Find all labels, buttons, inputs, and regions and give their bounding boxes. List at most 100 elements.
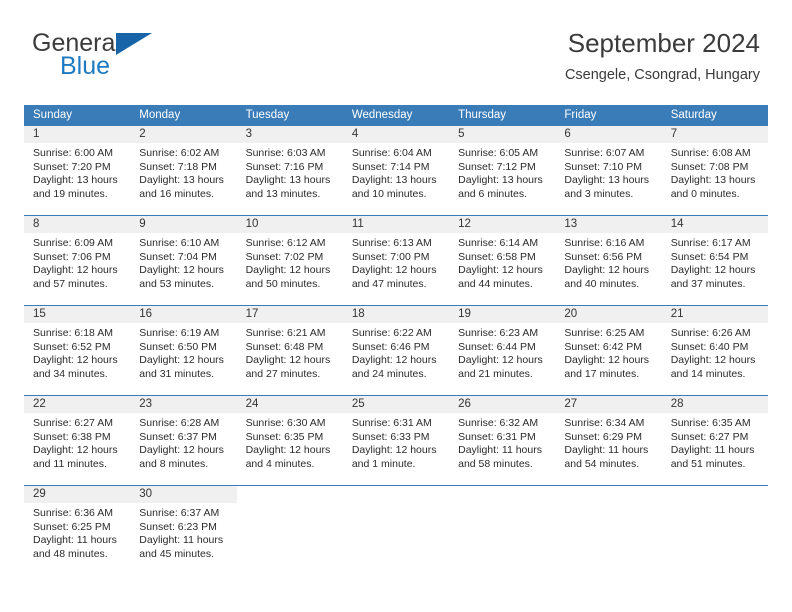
day-number-band: 26 xyxy=(449,396,556,413)
day-detail-lines: Sunrise: 6:28 AM Sunset: 6:37 PM Daylight:… xyxy=(130,413,236,471)
day-number: 5 xyxy=(458,128,465,140)
day-detail-line: and 21 minutes. xyxy=(458,367,533,380)
day-detail-line: Sunset: 7:16 PM xyxy=(245,160,324,173)
brand-logo[interactable]: General Blue xyxy=(32,30,222,86)
day-detail-line: and 58 minutes. xyxy=(458,457,533,470)
calendar-day-cell[interactable]: 3 Sunrise: 6:03 AM Sunset: 7:16 PM Daylight… xyxy=(236,126,343,206)
day-detail-line: Sunset: 6:29 PM xyxy=(564,430,643,443)
calendar-day-cell[interactable]: 26 Sunrise: 6:32 AM Sunset: 6:31 PM Dayligh… xyxy=(449,396,556,476)
calendar-day-cell[interactable]: 13 Sunrise: 6:16 AM Sunset: 6:56 PM Dayligh… xyxy=(555,216,662,296)
day-detail-lines xyxy=(449,503,555,507)
calendar-day-cell[interactable]: 9 Sunrise: 6:10 AM Sunset: 7:04 PM Daylight… xyxy=(130,216,237,296)
day-number-band: 20 xyxy=(555,306,662,323)
calendar-day-cell[interactable]: 21 Sunrise: 6:26 AM Sunset: 6:40 PM Dayligh… xyxy=(661,306,768,386)
day-detail-line: Sunrise: 6:19 AM xyxy=(139,327,220,339)
calendar-day-cell[interactable]: 29 Sunrise: 6:36 AM Sunset: 6:25 PM Dayligh… xyxy=(24,486,131,566)
day-detail-line: Daylight: 12 hours xyxy=(564,354,650,367)
day-detail-line: and 53 minutes. xyxy=(139,277,214,290)
weekday-header-friday: Friday xyxy=(564,109,597,121)
day-number-band: 13 xyxy=(555,216,662,233)
calendar-day-cell[interactable]: 28 Sunrise: 6:35 AM Sunset: 6:27 PM Dayligh… xyxy=(661,396,768,476)
day-detail-line: and 47 minutes. xyxy=(351,277,427,290)
day-number-band: 17 xyxy=(236,306,343,323)
day-detail-lines: Sunrise: 6:12 AM Sunset: 7:02 PM Daylight:… xyxy=(237,233,343,291)
day-number-band: 15 xyxy=(24,306,131,323)
calendar-day-cell[interactable]: 27 Sunrise: 6:34 AM Sunset: 6:29 PM Dayligh… xyxy=(555,396,662,476)
calendar-day-cell[interactable]: 5 Sunrise: 6:05 AM Sunset: 7:12 PM Daylight… xyxy=(449,126,556,206)
day-detail-lines: Sunrise: 6:04 AM Sunset: 7:14 PM Daylight:… xyxy=(343,143,449,201)
calendar-day-cell[interactable]: 22 Sunrise: 6:27 AM Sunset: 6:38 PM Dayligh… xyxy=(24,396,131,476)
day-detail-line: Daylight: 12 hours xyxy=(245,444,331,457)
calendar-day-cell[interactable]: 12 Sunrise: 6:14 AM Sunset: 6:58 PM Dayligh… xyxy=(449,216,556,296)
calendar-day-cell[interactable]: 8 Sunrise: 6:09 AM Sunset: 7:06 PM Daylight… xyxy=(24,216,131,296)
day-detail-lines: Sunrise: 6:34 AM Sunset: 6:29 PM Daylight:… xyxy=(555,413,661,471)
calendar-day-cell[interactable]: 14 Sunrise: 6:17 AM Sunset: 6:54 PM Dayligh… xyxy=(661,216,768,296)
calendar-day-cell[interactable]: 24 Sunrise: 6:30 AM Sunset: 6:35 PM Dayligh… xyxy=(236,396,343,476)
day-number-band: 1 xyxy=(24,126,131,143)
calendar-day-cell[interactable]: 30 Sunrise: 6:37 AM Sunset: 6:23 PM Dayligh… xyxy=(130,486,237,566)
day-detail-line: Sunrise: 6:07 AM xyxy=(564,147,645,159)
calendar-day-cell[interactable]: 25 Sunrise: 6:31 AM Sunset: 6:33 PM Dayligh… xyxy=(342,396,450,476)
calendar-day-cell[interactable]: 6 Sunrise: 6:07 AM Sunset: 7:10 PM Daylight… xyxy=(555,126,662,206)
day-detail-lines: Sunrise: 6:17 AM Sunset: 6:54 PM Daylight:… xyxy=(662,233,768,291)
day-number-band: 27 xyxy=(555,396,662,413)
day-number: 23 xyxy=(139,398,153,410)
day-detail-line: Sunset: 7:04 PM xyxy=(139,250,217,263)
calendar-day-cell[interactable]: 20 Sunrise: 6:25 AM Sunset: 6:42 PM Dayligh… xyxy=(555,306,662,386)
day-number: 27 xyxy=(564,398,578,410)
day-number-band: 14 xyxy=(661,216,768,233)
day-detail-line: Sunrise: 6:35 AM xyxy=(670,417,751,429)
day-detail-lines: Sunrise: 6:03 AM Sunset: 7:16 PM Daylight:… xyxy=(237,143,343,201)
calendar-week-row: 1 Sunrise: 6:00 AM Sunset: 7:20 PM Daylight… xyxy=(24,126,768,206)
day-number: 16 xyxy=(139,308,153,320)
day-detail-line: Daylight: 12 hours xyxy=(139,354,224,367)
day-detail-line: Sunset: 7:08 PM xyxy=(670,160,749,173)
calendar-day-cell[interactable]: 10 Sunrise: 6:12 AM Sunset: 7:02 PM Dayligh… xyxy=(236,216,343,296)
calendar-day-cell[interactable]: 7 Sunrise: 6:08 AM Sunset: 7:08 PM Daylight… xyxy=(661,126,768,206)
calendar-day-cell[interactable]: 23 Sunrise: 6:28 AM Sunset: 6:37 PM Dayligh… xyxy=(130,396,237,476)
day-detail-line: and 48 minutes. xyxy=(33,547,108,560)
calendar-day-cell[interactable]: 17 Sunrise: 6:21 AM Sunset: 6:48 PM Dayligh… xyxy=(236,306,343,386)
day-number-band: 24 xyxy=(236,396,343,413)
day-detail-line: Daylight: 13 hours xyxy=(33,174,118,187)
day-number-band: 19 xyxy=(449,306,556,323)
day-detail-line: Sunset: 6:52 PM xyxy=(33,340,111,353)
day-detail-line: Daylight: 11 hours xyxy=(458,444,542,457)
day-detail-line: Sunrise: 6:10 AM xyxy=(139,237,220,249)
day-detail-line: Sunrise: 6:32 AM xyxy=(458,417,539,429)
day-detail-line: and 51 minutes. xyxy=(670,457,746,470)
day-detail-line: Sunrise: 6:28 AM xyxy=(139,417,220,429)
day-detail-line: Daylight: 13 hours xyxy=(351,174,437,187)
calendar-week-row: 15 Sunrise: 6:18 AM Sunset: 6:52 PM Dayligh… xyxy=(24,305,768,386)
day-detail-line: Sunset: 7:12 PM xyxy=(458,160,536,173)
day-detail-line: Sunset: 6:42 PM xyxy=(564,340,643,353)
calendar-day-cell[interactable]: 2 Sunrise: 6:02 AM Sunset: 7:18 PM Daylight… xyxy=(130,126,237,206)
calendar-grid: Sunday Monday Tuesday Wednesday Thursday… xyxy=(24,105,768,566)
calendar-day-cell[interactable]: 16 Sunrise: 6:19 AM Sunset: 6:50 PM Dayligh… xyxy=(130,306,237,386)
calendar-day-cell[interactable]: 15 Sunrise: 6:18 AM Sunset: 6:52 PM Dayligh… xyxy=(24,306,131,386)
calendar-day-cell[interactable]: 18 Sunrise: 6:22 AM Sunset: 6:46 PM Dayligh… xyxy=(342,306,450,386)
day-detail-lines: Sunrise: 6:22 AM Sunset: 6:46 PM Daylight:… xyxy=(343,323,449,381)
calendar-day-cell[interactable]: 1 Sunrise: 6:00 AM Sunset: 7:20 PM Daylight… xyxy=(24,126,131,206)
day-detail-line: Daylight: 13 hours xyxy=(670,174,756,187)
day-detail-line: Sunset: 7:10 PM xyxy=(564,160,643,173)
day-number-band: 16 xyxy=(130,306,237,323)
day-detail-line: Sunset: 6:37 PM xyxy=(139,430,217,443)
day-detail-line: Sunrise: 6:21 AM xyxy=(245,327,326,339)
calendar-day-cell[interactable]: 19 Sunrise: 6:23 AM Sunset: 6:44 PM Dayligh… xyxy=(449,306,556,386)
day-detail-line: Daylight: 11 hours xyxy=(564,444,649,457)
day-detail-line: Sunrise: 6:08 AM xyxy=(670,147,751,159)
day-number: 21 xyxy=(670,308,684,320)
day-detail-line: and 13 minutes. xyxy=(245,187,321,200)
day-number-band: 7 xyxy=(661,126,768,143)
day-detail-line: Daylight: 11 hours xyxy=(139,534,224,547)
day-detail-line: Sunrise: 6:03 AM xyxy=(245,147,326,159)
day-number-band: 12 xyxy=(449,216,556,233)
calendar-day-cell[interactable]: 11 Sunrise: 6:13 AM Sunset: 7:00 PM Dayligh… xyxy=(342,216,450,296)
weekday-header-monday: Monday xyxy=(139,109,181,121)
day-detail-line: and 11 minutes. xyxy=(33,457,107,470)
day-detail-line: Sunset: 6:46 PM xyxy=(351,340,430,353)
weekday-header-wednesday: Wednesday xyxy=(351,109,413,121)
calendar-day-cell[interactable]: 4 Sunrise: 6:04 AM Sunset: 7:14 PM Daylight… xyxy=(342,126,450,206)
day-number-band: 5 xyxy=(449,126,556,143)
